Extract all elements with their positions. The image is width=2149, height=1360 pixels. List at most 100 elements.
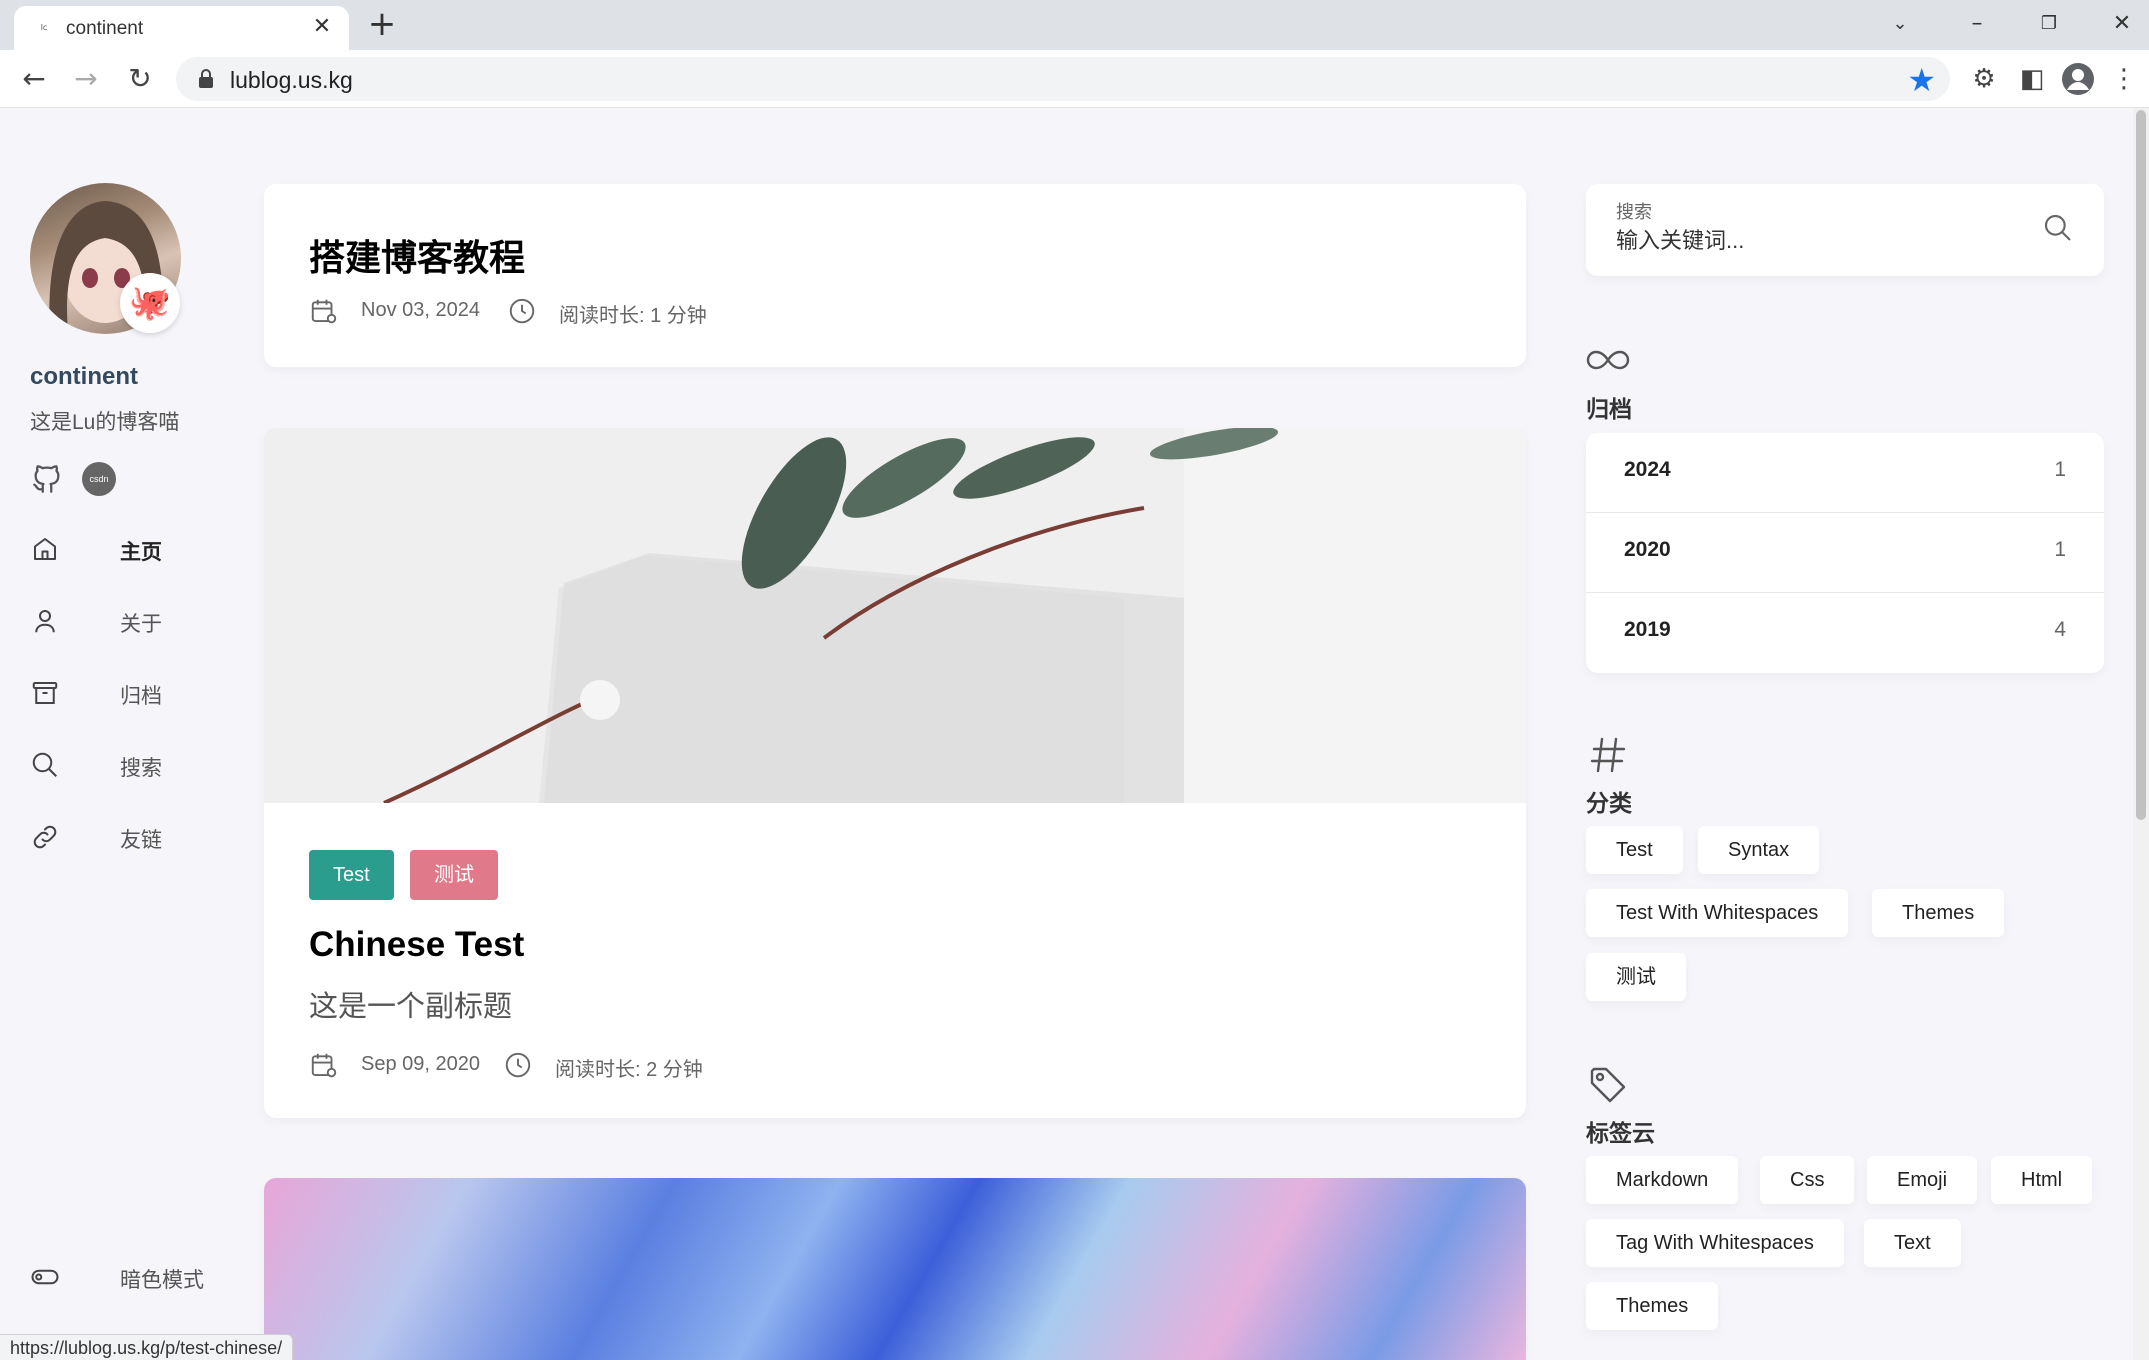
dark-mode-label: 暗色模式 xyxy=(120,1269,204,1292)
archives-title: 归档 xyxy=(1586,396,1632,422)
archive-row[interactable]: 2024 1 xyxy=(1586,433,2104,513)
clock-icon xyxy=(505,1052,531,1078)
page-scrollbar[interactable] xyxy=(2133,108,2149,1360)
nav-label-search: 搜索 xyxy=(120,757,162,780)
infinity-icon xyxy=(1586,350,1630,370)
bookmark-star-icon[interactable]: ★ xyxy=(1907,61,1936,99)
github-icon[interactable] xyxy=(30,462,64,496)
url-text[interactable]: lublog.us.kg xyxy=(230,67,353,94)
tag-chip[interactable]: Text xyxy=(1864,1219,1961,1267)
home-icon xyxy=(34,538,56,560)
reload-button[interactable]: ↻ xyxy=(120,59,160,99)
archive-icon xyxy=(32,682,58,704)
tag-chip[interactable]: Emoji xyxy=(1867,1156,1978,1204)
category-chip[interactable]: Test xyxy=(1586,826,1683,874)
address-bar[interactable]: lublog.us.kg ★ xyxy=(176,57,1950,101)
tab-title: continent xyxy=(66,18,144,39)
archive-count: 4 xyxy=(2054,618,2066,641)
user-icon xyxy=(35,610,55,633)
archive-row[interactable]: 2019 4 xyxy=(1586,593,2104,673)
post-meta: Nov 03, 2024 阅读时长: 1 分钟 xyxy=(309,296,809,330)
nav-label-home: 主页 xyxy=(120,541,162,564)
post-feature-image[interactable] xyxy=(264,428,1526,803)
post-reading-time: 阅读时长: 2 分钟 xyxy=(555,1059,703,1081)
site-description: 这是Lu的博客喵 xyxy=(30,411,180,434)
nav-archive[interactable]: 归档 xyxy=(30,674,230,714)
post-meta: Sep 09, 2020 阅读时长: 2 分钟 xyxy=(309,1050,809,1084)
csdn-icon[interactable]: csdn xyxy=(82,462,116,496)
calendar-icon xyxy=(311,1053,337,1078)
site-name[interactable]: continent xyxy=(30,363,138,391)
search-label: 搜索 xyxy=(1616,202,1652,222)
browser-toolbar: ← → ↻ lublog.us.kg ★ ⚙ ◧ ⋮ xyxy=(0,50,2149,108)
post-title[interactable]: Chinese Test xyxy=(309,925,524,965)
post-card[interactable] xyxy=(264,1178,1526,1360)
post-subtitle: 这是一个副标题 xyxy=(309,991,513,1023)
category-chip[interactable]: 测试 xyxy=(1586,953,1686,1001)
extensions-icon[interactable]: ⚙ xyxy=(1964,59,2004,99)
nav-label-archive: 归档 xyxy=(120,685,162,708)
archive-list: 2024 1 2020 1 2019 4 xyxy=(1586,433,2104,673)
close-window-button[interactable]: ✕ xyxy=(2100,4,2144,44)
post-feature-image[interactable] xyxy=(264,1178,1526,1360)
archive-year: 2020 xyxy=(1624,538,1671,561)
tag-cloud-title: 标签云 xyxy=(1586,1120,1655,1146)
post-title[interactable]: 搭建博客教程 xyxy=(309,229,525,281)
dark-mode-toggle[interactable]: 暗色模式 xyxy=(30,1258,230,1298)
restore-button[interactable]: ❐ xyxy=(2027,4,2071,44)
nav-links[interactable]: 友链 xyxy=(30,818,230,858)
close-tab-icon[interactable]: ✕ xyxy=(309,14,335,40)
scrollbar-thumb[interactable] xyxy=(2136,110,2146,820)
archive-count: 1 xyxy=(2054,458,2066,481)
category-chip[interactable]: Syntax xyxy=(1698,826,1820,874)
tag-chip[interactable]: Markdown xyxy=(1586,1156,1739,1204)
post-date: Nov 03, 2024 xyxy=(361,299,480,321)
clock-icon xyxy=(509,298,535,324)
post-card[interactable]: 搭建博客教程 Nov 03, 2024 阅读时长: 1 分钟 xyxy=(264,184,1526,367)
category-chip[interactable]: Themes xyxy=(1872,889,2005,937)
avatar-emoji-badge: 🐙 xyxy=(120,273,180,333)
side-panel-icon[interactable]: ◧ xyxy=(2012,59,2052,99)
category-badge-ceshi[interactable]: 测试 xyxy=(410,850,498,900)
search-input[interactable] xyxy=(1616,224,2036,258)
nav-label-about: 关于 xyxy=(120,613,162,636)
nav-home[interactable]: 主页 xyxy=(30,530,230,570)
tab-search-icon[interactable]: ⌄ xyxy=(1878,4,1922,44)
post-reading-time: 阅读时长: 1 分钟 xyxy=(559,305,707,327)
category-chip[interactable]: Test With Whitespaces xyxy=(1586,889,1849,937)
tab-strip: lc continent ✕ + ⌄ – ❐ ✕ xyxy=(0,0,2149,50)
profile-icon[interactable] xyxy=(2058,59,2098,99)
lock-icon[interactable] xyxy=(194,67,218,91)
toggle-icon xyxy=(31,1269,59,1285)
tag-chip[interactable]: Tag With Whitespaces xyxy=(1586,1219,1844,1267)
nav-about[interactable]: 关于 xyxy=(30,602,230,642)
nav-search[interactable]: 搜索 xyxy=(30,746,230,786)
calendar-icon xyxy=(311,299,337,324)
link-status-bar: https://lublog.us.kg/p/test-chinese/ xyxy=(0,1334,294,1360)
search-icon xyxy=(32,752,57,777)
search-icon[interactable] xyxy=(2042,212,2074,244)
post-card[interactable]: Test 测试 Chinese Test 这是一个副标题 Sep 09, 202… xyxy=(264,428,1526,1118)
archive-row[interactable]: 2020 1 xyxy=(1586,513,2104,593)
archive-year: 2019 xyxy=(1624,618,1671,641)
categories-title: 分类 xyxy=(1586,790,1632,816)
tag-chip[interactable]: Themes xyxy=(1586,1282,1719,1330)
archive-year: 2024 xyxy=(1624,458,1671,481)
tag-icon xyxy=(1590,1067,1626,1103)
hash-icon xyxy=(1590,737,1626,773)
nav-label-links: 友链 xyxy=(120,829,162,852)
browser-tab[interactable]: lc continent ✕ xyxy=(14,6,349,50)
tag-chip[interactable]: Html xyxy=(1991,1156,2093,1204)
forward-button[interactable]: → xyxy=(66,59,106,99)
search-widget: 搜索 xyxy=(1586,184,2104,276)
category-badge-test[interactable]: Test xyxy=(309,850,394,900)
back-button[interactable]: ← xyxy=(14,59,54,99)
tag-chip[interactable]: Css xyxy=(1760,1156,1855,1204)
minimize-button[interactable]: – xyxy=(1955,4,1999,44)
favicon-icon: lc xyxy=(40,23,48,32)
post-date: Sep 09, 2020 xyxy=(361,1053,480,1075)
new-tab-button[interactable]: + xyxy=(364,6,400,42)
menu-icon[interactable]: ⋮ xyxy=(2104,59,2144,99)
link-icon xyxy=(33,825,57,849)
archive-count: 1 xyxy=(2054,538,2066,561)
